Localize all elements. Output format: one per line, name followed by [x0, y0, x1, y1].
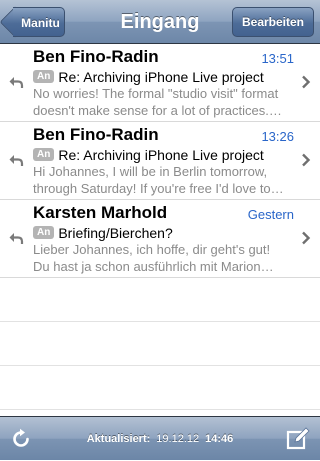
navigation-bar: Manitu Eingang Bearbeiten — [0, 0, 320, 44]
message-subject: Re: Archiving iPhone Live project — [58, 147, 264, 163]
compose-icon[interactable] — [286, 427, 310, 451]
reply-arrow-icon — [9, 155, 24, 166]
message-row[interactable]: Ben Fino-Radin 13:51 An Re: Archiving iPh… — [0, 44, 320, 122]
reply-arrow-icon — [9, 77, 24, 88]
message-row[interactable]: Karsten Marhold Gestern An Briefing/Bierc… — [0, 200, 320, 278]
chevron-right-icon — [302, 153, 311, 167]
chevron-right-icon — [302, 231, 311, 245]
updated-time: 14:46 — [205, 433, 234, 445]
message-preview: No worries! The formal "studio visit" fo… — [33, 85, 290, 119]
sender-name: Ben Fino-Radin — [33, 125, 159, 144]
recipient-badge: An — [33, 148, 55, 161]
subject-line: An Re: Archiving iPhone Live project — [33, 146, 292, 164]
empty-row — [0, 278, 320, 322]
preview-line: Lieber Johannes, ich hoffe, dir geht's g… — [33, 242, 271, 257]
message-time: Gestern — [247, 207, 294, 222]
subject-line: An Briefing/Bierchen? — [33, 224, 292, 242]
last-updated-status: Aktualisiert: 19.12.12 14:46 — [0, 417, 320, 461]
message-time: 13:51 — [261, 51, 294, 66]
edit-button[interactable]: Bearbeiten — [232, 7, 314, 37]
updated-date: 19.12.12 — [156, 433, 200, 445]
empty-row — [0, 322, 320, 366]
message-subject: Briefing/Bierchen? — [58, 225, 173, 241]
message-subject: Re: Archiving iPhone Live project — [58, 69, 264, 85]
message-time: 13:26 — [261, 129, 294, 144]
preview-line: Du hast ja schon ausführlich mit Marion… — [33, 259, 274, 274]
message-preview: Hi Johannes, I will be in Berlin tomorro… — [33, 163, 290, 197]
reply-arrow-icon — [9, 233, 24, 244]
preview-line: doesn't make sense for a lot of practice… — [33, 103, 282, 118]
preview-line: Hi Johannes, I will be in Berlin tomorro… — [33, 164, 268, 179]
back-button[interactable]: Manitu — [13, 7, 65, 37]
sender-name: Ben Fino-Radin — [33, 47, 159, 66]
recipient-badge: An — [33, 226, 55, 239]
preview-line: No worries! The formal "studio visit" fo… — [33, 86, 279, 101]
preview-line: through Saturday! If you're free I'd lov… — [33, 181, 284, 196]
updated-label: Aktualisiert: — [86, 433, 151, 445]
bottom-toolbar: Aktualisiert: 19.12.12 14:46 — [0, 416, 320, 460]
message-list: Ben Fino-Radin 13:51 An Re: Archiving iPh… — [0, 44, 320, 410]
empty-row — [0, 366, 320, 410]
message-row[interactable]: Ben Fino-Radin 13:26 An Re: Archiving iPh… — [0, 122, 320, 200]
message-preview: Lieber Johannes, ich hoffe, dir geht's g… — [33, 241, 290, 275]
subject-line: An Re: Archiving iPhone Live project — [33, 68, 292, 86]
recipient-badge: An — [33, 70, 55, 83]
sender-name: Karsten Marhold — [33, 203, 168, 222]
chevron-right-icon — [302, 75, 311, 89]
